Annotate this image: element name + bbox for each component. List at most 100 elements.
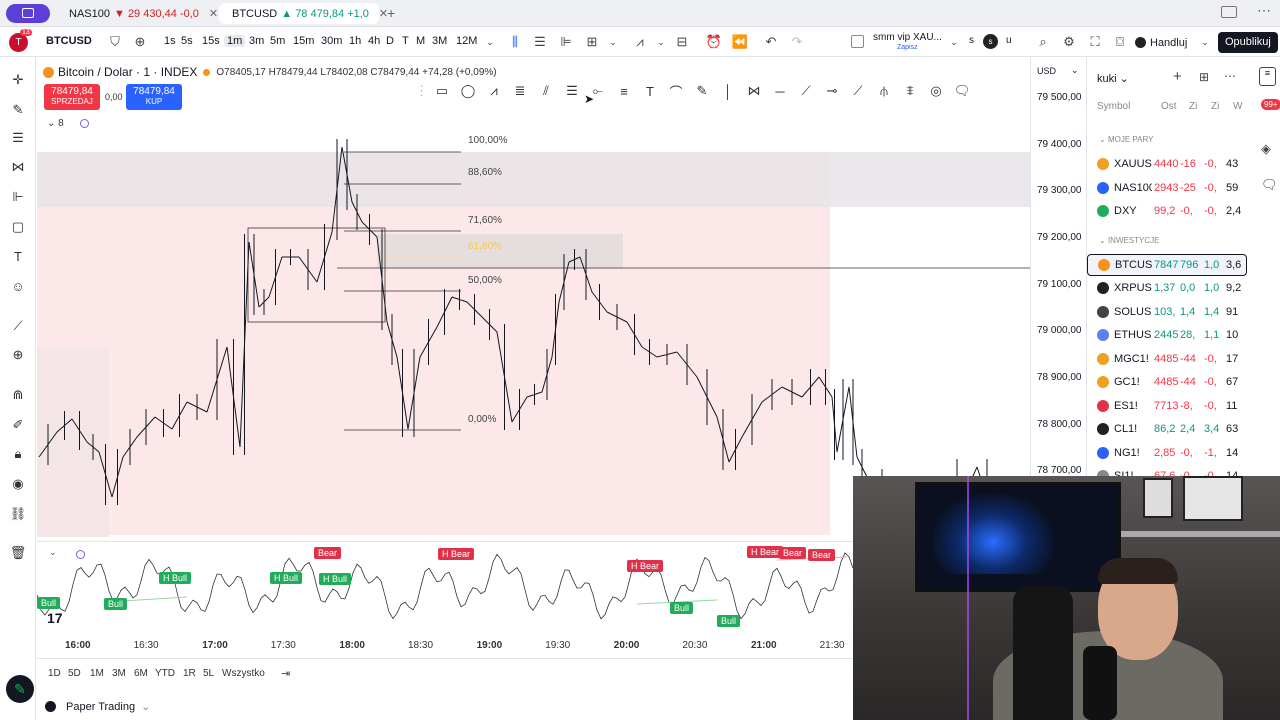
fib-retracement-tool-icon[interactable]: ☰ <box>559 83 585 99</box>
text-tool-icon[interactable]: T <box>637 84 663 99</box>
drawing-pen-button[interactable]: ✎ <box>6 675 34 703</box>
range-6m[interactable]: 6M <box>134 668 148 679</box>
interval-3m[interactable]: 3m <box>249 35 264 47</box>
trend-line-icon[interactable]: ✎ <box>9 101 27 119</box>
replay-icon[interactable]: ⏪ <box>731 33 749 51</box>
ellipse-tool-icon[interactable]: ◯ <box>455 83 481 99</box>
redo-icon[interactable]: ↷ <box>788 33 806 51</box>
more-icon[interactable]: ⋯ <box>1224 69 1236 83</box>
header-last[interactable]: Ost <box>1161 101 1177 112</box>
buy-button[interactable]: 78479,84 KUP <box>126 84 182 110</box>
watchlist-row[interactable]: GC1! 4485 -44 -0, 67 <box>1087 371 1247 393</box>
currency-label[interactable]: USD <box>1037 66 1056 76</box>
link-icon[interactable]: ⛓ <box>9 505 27 523</box>
trash-icon[interactable]: 🗑︎ <box>9 544 27 562</box>
range-1d[interactable]: 1D <box>48 668 61 679</box>
pattern-tool-icon[interactable]: ⋈ <box>741 83 767 99</box>
compare-add-icon[interactable]: ⊕ <box>131 33 149 51</box>
add-symbol-icon[interactable]: + <box>1173 68 1182 85</box>
undo-icon[interactable]: ↶ <box>762 33 780 51</box>
header-chg[interactable]: Zi <box>1189 101 1197 112</box>
interval-1s[interactable]: 1s <box>164 35 176 47</box>
watchlist-panel-icon[interactable]: ≡ <box>1259 67 1276 86</box>
target-tool-icon[interactable]: ◎ <box>923 83 949 99</box>
camera-icon[interactable]: ⌼ <box>1111 33 1129 51</box>
chevron-down-icon[interactable]: ⌄ <box>652 33 670 51</box>
range-ytd[interactable]: YTD <box>155 668 175 679</box>
indicators-collapse[interactable]: ⌄ 8 <box>47 118 64 129</box>
fib-tool-icon[interactable]: ≣ <box>507 83 533 99</box>
watchlist-row[interactable]: XAUUSD4440-16 -0, 43 <box>1087 153 1247 175</box>
curve-tool-icon[interactable]: ⌒ <box>663 82 689 101</box>
interval-30m[interactable]: 30m <box>321 35 342 47</box>
interval-1h[interactable]: 1h <box>349 35 361 47</box>
grid-icon[interactable]: ⊞ <box>1199 70 1209 84</box>
crosshair-icon[interactable]: ✛ <box>9 71 27 89</box>
ruler-icon[interactable]: ⟋ <box>9 317 27 335</box>
split-view-icon[interactable] <box>1221 6 1237 18</box>
alert-checkbox[interactable] <box>851 35 864 48</box>
interval-4h[interactable]: 4h <box>368 35 380 47</box>
watchlist-row[interactable]: SOLUSD103, 1,4 1,4 91 <box>1087 301 1247 323</box>
main-chart[interactable]: 100,00% 88,60% 71,60% 61,80% 50,00% 0,00… <box>37 57 1030 540</box>
watchlist-row[interactable]: NG1! 2,85 -0, -1, 14 <box>1087 442 1247 464</box>
lines-tool-icon[interactable]: ≡ <box>611 84 637 99</box>
note-tool-icon[interactable]: 🗨︎ <box>949 83 975 99</box>
interval-12M[interactable]: 12M <box>456 35 477 47</box>
notifications-badge[interactable]: 99+ <box>1261 99 1280 110</box>
interval-1m[interactable]: 1m <box>224 35 246 47</box>
rectangle-tool-icon[interactable]: ▭ <box>429 83 455 99</box>
chevron-down-icon[interactable]: ⌄ <box>481 33 499 51</box>
symbol-search[interactable]: BTCUSD <box>46 35 92 47</box>
eye-icon[interactable]: ◉ <box>9 475 27 493</box>
fullscreen-icon[interactable]: ⛶ <box>1086 33 1104 51</box>
bar-type-icon[interactable]: ☰ <box>531 33 549 51</box>
trade-button[interactable]: Handluj <box>1135 33 1187 52</box>
watchlist-row[interactable]: DXY 99,2 -0, -0, 2,4 <box>1087 200 1247 222</box>
arrow-tool-icon[interactable]: ⊸ <box>819 83 845 99</box>
chevron-down-icon[interactable]: ⌄ <box>604 33 622 51</box>
paper-trading-tab[interactable]: Paper Trading ⌄ <box>45 700 150 713</box>
shield-icon[interactable]: ⛉ <box>106 33 124 51</box>
watchlist-row[interactable]: CL1! 86,2 2,4 3,4 63 <box>1087 418 1247 440</box>
interval-5m[interactable]: 5m <box>270 35 285 47</box>
range-3m[interactable]: 3M <box>112 668 126 679</box>
time-axis[interactable]: 16:00 16:30 17:00 17:30 18:00 18:30 19:00 19:30… <box>37 636 853 658</box>
templates-icon[interactable]: ⊟ <box>673 33 691 51</box>
alert-icon[interactable]: ⏰ <box>705 33 723 51</box>
emoji-icon[interactable]: ☺ <box>9 278 27 296</box>
pattern-icon[interactable]: ⋈ <box>9 158 27 176</box>
search-icon[interactable]: ⌕ <box>1034 33 1052 51</box>
new-tab-icon[interactable]: + <box>387 5 395 21</box>
price-chart-canvas[interactable] <box>37 57 1030 540</box>
watchlist-section-header[interactable]: ⌄ MOJE PARY <box>1099 135 1153 144</box>
layers-icon[interactable]: ◈ <box>1261 141 1271 157</box>
layout-name[interactable]: smm vip XAU... <box>873 32 942 43</box>
watchlist-name[interactable]: kuki ⌄ <box>1097 72 1129 85</box>
pencil-lock-icon[interactable]: ✐ <box>9 416 27 434</box>
watchlist-row[interactable]: XRPUSD1,37 0,0 1,0 9,2 <box>1087 277 1247 299</box>
u-icon[interactable]: u <box>1006 35 1012 46</box>
watchlist-section-header[interactable]: ⌄ INWESTYCJE <box>1099 236 1160 245</box>
interval-15s[interactable]: 15s <box>202 35 220 47</box>
lock-icon[interactable]: 🔒︎ <box>9 445 27 463</box>
text-icon[interactable]: T <box>9 248 27 266</box>
watchlist-row[interactable]: MGC1! 4485 -44 -0, 17 <box>1087 348 1247 370</box>
indicators-icon[interactable]: ⩘ <box>631 33 649 51</box>
vertical-line-tool-icon[interactable]: │ <box>715 84 741 99</box>
fib-icon[interactable]: ☰ <box>9 129 27 147</box>
browser-tab-btcusd[interactable]: BTCUSD ▲ 78 479,84 +1,0 ✕ <box>219 3 388 24</box>
interval-15m[interactable]: 15m <box>293 35 314 47</box>
browser-tab-nas100[interactable]: NAS100 ▼ 29 430,44 -0,0 ✕ <box>56 3 218 24</box>
interval-T[interactable]: T <box>402 35 409 47</box>
chevron-down-icon[interactable]: ⌄ <box>945 33 963 51</box>
extended-line-tool-icon[interactable]: ⟋ <box>845 83 871 99</box>
wave-tool-icon[interactable]: ⩨ <box>897 83 923 99</box>
chevron-down-icon[interactable]: ⌄ <box>1071 65 1079 76</box>
watchlist-row[interactable]: ES1! 7713 -8, -0, 11 <box>1087 395 1247 417</box>
range-wszystko[interactable]: Wszystko <box>222 668 265 679</box>
sell-button[interactable]: 78479,84 SPRZEDAJ <box>44 84 100 110</box>
shapes-icon[interactable]: ▢ <box>9 218 27 236</box>
path-tool-icon[interactable]: ⩘ <box>481 83 507 99</box>
menu-icon[interactable]: ⋯ <box>1257 2 1271 19</box>
